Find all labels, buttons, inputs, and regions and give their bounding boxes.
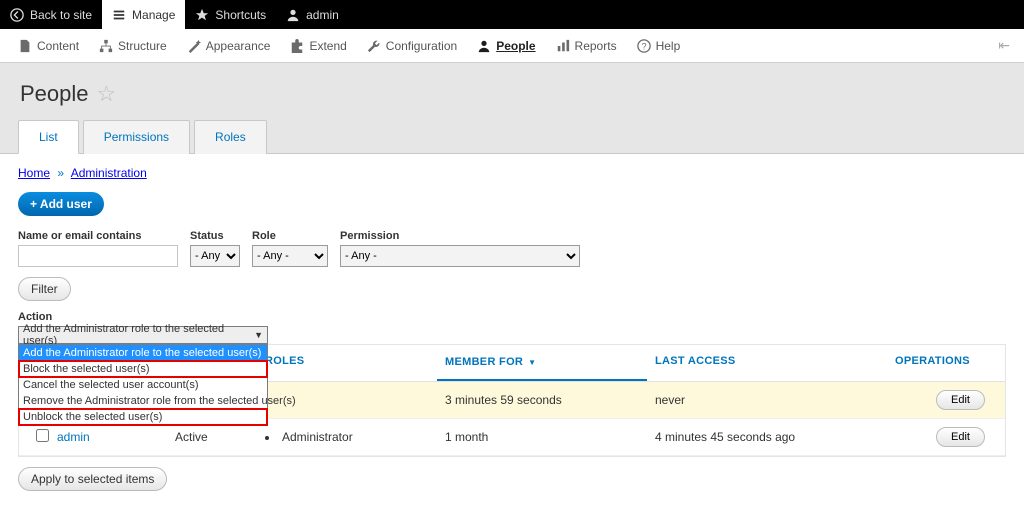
manage-toggle[interactable]: Manage (102, 0, 185, 29)
user-label: admin (306, 8, 339, 22)
add-user-button[interactable]: + Add user (18, 192, 104, 216)
action-option[interactable]: Remove the Administrator role from the s… (19, 393, 267, 409)
tab-list[interactable]: List (18, 120, 79, 154)
th-last-access[interactable]: LAST ACCESS (647, 345, 887, 381)
filter-role-label: Role (252, 230, 328, 242)
tab-permissions[interactable]: Permissions (83, 120, 190, 154)
action-select[interactable]: Add the Administrator role to the select… (18, 326, 268, 344)
page-title: People ☆ (20, 81, 1006, 107)
back-to-site[interactable]: Back to site (0, 0, 102, 29)
menu-structure[interactable]: Structure (89, 34, 177, 58)
wrench-icon (367, 39, 381, 53)
puzzle-icon (290, 39, 304, 53)
filter-status-label: Status (190, 230, 240, 242)
menu-people[interactable]: People (467, 34, 545, 58)
breadcrumb-home[interactable]: Home (18, 166, 50, 180)
people-icon (477, 39, 491, 53)
action-option[interactable]: Add the Administrator role to the select… (19, 345, 267, 361)
user-menu[interactable]: admin (276, 0, 349, 29)
apply-button[interactable]: Apply to selected items (18, 467, 167, 491)
filter-status-select[interactable]: - Any - (190, 245, 240, 267)
user-link[interactable]: admin (57, 430, 90, 444)
wand-icon (187, 39, 201, 53)
filter-permission-label: Permission (340, 230, 580, 242)
filter-permission-select[interactable]: - Any - (340, 245, 580, 267)
breadcrumb: Home » Administration (18, 166, 1006, 180)
chevron-down-icon: ▼ (254, 330, 263, 340)
menu-help[interactable]: ?Help (627, 34, 691, 58)
hierarchy-icon (99, 39, 113, 53)
cell-last-access: never (655, 393, 895, 407)
favorite-star-icon[interactable]: ☆ (97, 81, 117, 107)
cell-member-for: 1 month (445, 430, 655, 444)
filter-name-input[interactable] (18, 245, 178, 267)
menu-content[interactable]: Content (8, 34, 89, 58)
shortcuts-label: Shortcuts (215, 8, 266, 22)
back-icon (10, 8, 24, 22)
action-option[interactable]: Unblock the selected user(s) (19, 409, 267, 425)
row-checkbox[interactable] (36, 429, 49, 442)
menu-reports[interactable]: Reports (546, 34, 627, 58)
cell-roles: Administrator (265, 430, 445, 444)
file-icon (18, 39, 32, 53)
svg-text:?: ? (641, 41, 646, 51)
th-roles[interactable]: ROLES (257, 345, 437, 381)
filter-name-label: Name or email contains (18, 230, 178, 242)
star-icon (195, 8, 209, 22)
filter-button[interactable]: Filter (18, 277, 71, 301)
bars-icon (556, 39, 570, 53)
action-label: Action (18, 311, 268, 323)
edit-button[interactable]: Edit (936, 390, 985, 410)
filter-role-select[interactable]: - Any - (252, 245, 328, 267)
hamburger-icon (112, 8, 126, 22)
cell-status: Active (175, 430, 265, 444)
action-option[interactable]: Block the selected user(s) (19, 361, 267, 377)
back-label: Back to site (30, 8, 92, 22)
shortcuts[interactable]: Shortcuts (185, 0, 276, 29)
th-member-for[interactable]: MEMBER FOR▼ (437, 345, 647, 381)
cell-member-for: 3 minutes 59 seconds (445, 393, 655, 407)
orientation-toggle-icon[interactable]: ⇤ (992, 37, 1016, 54)
manage-label: Manage (132, 8, 175, 22)
th-operations: OPERATIONS (887, 345, 1005, 381)
menu-configuration[interactable]: Configuration (357, 34, 467, 58)
edit-button[interactable]: Edit (936, 427, 985, 447)
action-dropdown: Add the Administrator role to the select… (18, 344, 268, 426)
user-icon (286, 8, 300, 22)
sort-desc-icon: ▼ (528, 358, 536, 367)
menu-extend[interactable]: Extend (280, 34, 356, 58)
cell-last-access: 4 minutes 45 seconds ago (655, 430, 895, 444)
action-option[interactable]: Cancel the selected user account(s) (19, 377, 267, 393)
help-icon: ? (637, 39, 651, 53)
breadcrumb-admin[interactable]: Administration (71, 166, 147, 180)
menu-appearance[interactable]: Appearance (177, 34, 281, 58)
tab-roles[interactable]: Roles (194, 120, 267, 154)
